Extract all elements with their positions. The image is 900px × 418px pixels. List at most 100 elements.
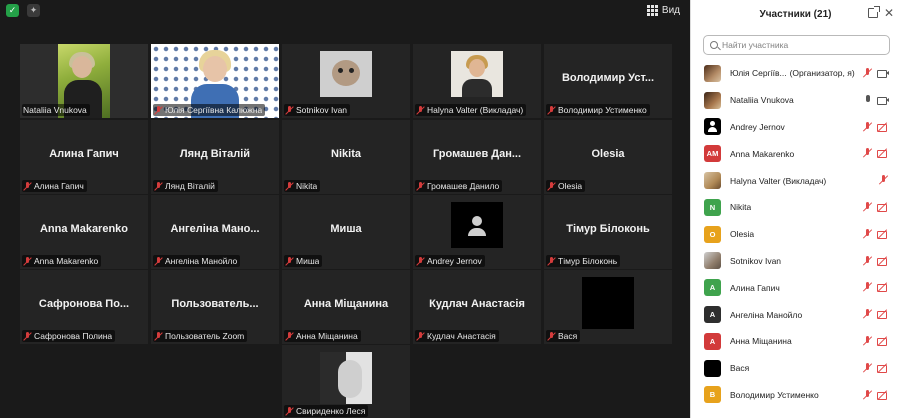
camera-off-icon[interactable] [877, 390, 889, 400]
video-tile-nikita[interactable]: Nikita Nikita [282, 120, 410, 194]
microphone-muted-icon[interactable] [863, 148, 873, 158]
video-tile-safronova[interactable]: Сафронова По... Сафронова Полина [20, 270, 148, 344]
panel-title: Участники (21) [759, 8, 832, 20]
microphone-muted-icon[interactable] [863, 228, 873, 239]
participant-row[interactable]: O Olesia [691, 221, 900, 248]
meeting-gallery: ✓ ✦ Вид Nataliia Vnukova Юлія Сергіївна … [0, 0, 690, 418]
participant-row[interactable]: Вася [691, 355, 900, 382]
video-tile-vasya[interactable]: Вася [544, 270, 672, 344]
participant-name: Andrey Jernov [730, 122, 785, 132]
tile-label: Andrey Jernov [427, 256, 482, 266]
video-tile-olesia[interactable]: Olesia Olesia [544, 120, 672, 194]
participant-avatar [704, 64, 721, 82]
video-tile-yulia[interactable]: Юлія Сергіївна Калюжна [151, 44, 279, 118]
tile-label: Володимир Устименко [558, 105, 647, 115]
camera-off-icon[interactable] [877, 336, 889, 346]
video-tile-timur[interactable]: Тімур Білоконь Тімур Білоконь [544, 195, 672, 269]
video-tile-sotnikov[interactable]: Sotnikov Ivan [282, 44, 410, 118]
video-tile-svyrydenko[interactable]: Свириденко Леся [282, 345, 410, 418]
search-input[interactable] [722, 40, 882, 50]
tile-label: Свириденко Леся [296, 406, 366, 416]
participant-name-text: Ангеліна Манойло [730, 309, 803, 320]
video-tile-anna-mishchanyna[interactable]: Анна Міщанина Анна Міщанина [282, 270, 410, 344]
participant-row[interactable]: Юлія Сергіїв... (Организатор, я) [691, 60, 900, 87]
search-icon [710, 41, 718, 49]
video-tile-alina[interactable]: Алина Гапич Алина Гапич [20, 120, 148, 194]
video-tile-gromashev[interactable]: Громашев Дан... Громашев Данило [413, 120, 541, 194]
microphone-muted-icon[interactable] [863, 335, 873, 346]
microphone-muted-icon[interactable] [863, 282, 873, 292]
profile-picture [320, 51, 372, 97]
camera-off-icon[interactable] [877, 363, 889, 373]
participant-row[interactable]: N Nikita [691, 194, 900, 221]
participant-initials-avatar [704, 359, 721, 377]
participant-status-icons [879, 175, 889, 185]
participant-search[interactable] [703, 35, 890, 55]
mic-muted-icon [416, 181, 425, 191]
video-tile-liand[interactable]: Лянд Віталій Лянд Віталій [151, 120, 279, 194]
video-tile-volodymyr[interactable]: Володимир Уст... Володимир Устименко [544, 44, 672, 118]
tile-namebar: Юлія Сергіївна Калюжна [153, 104, 266, 116]
microphone-muted-icon[interactable] [863, 362, 873, 373]
camera-icon[interactable] [877, 95, 889, 105]
tile-display-name: Ангеліна Мано... [170, 223, 260, 235]
sparkle-icon[interactable]: ✦ [27, 4, 40, 17]
participant-name-text: Вася [730, 363, 750, 374]
camera-off-icon[interactable] [877, 256, 889, 266]
camera-off-icon[interactable] [877, 229, 889, 239]
camera-icon[interactable] [877, 68, 889, 78]
popout-icon[interactable] [868, 6, 880, 18]
camera-off-icon[interactable] [877, 122, 889, 132]
camera-off-icon[interactable] [877, 202, 889, 212]
tile-display-name: Миша [330, 223, 362, 235]
view-button[interactable]: Вид [646, 5, 680, 16]
participant-status-icons [863, 68, 889, 78]
video-tile-natalia[interactable]: Nataliia Vnukova [20, 44, 148, 118]
microphone-icon[interactable] [863, 94, 873, 105]
video-tile-polzovatel[interactable]: Пользователь... Пользователь Zoom [151, 270, 279, 344]
camera-off-icon[interactable] [877, 309, 889, 320]
microphone-muted-icon[interactable] [863, 255, 873, 266]
participant-row[interactable]: Nataliia Vnukova [691, 87, 900, 114]
microphone-muted-icon[interactable] [863, 68, 873, 78]
video-tile-anhelina[interactable]: Ангеліна Мано... Ангеліна Манойло [151, 195, 279, 269]
microphone-muted-icon[interactable] [879, 175, 889, 185]
participant-name-text: Andrey Jernov [730, 121, 785, 132]
camera-off-icon[interactable] [877, 282, 889, 293]
microphone-muted-icon[interactable] [863, 121, 873, 132]
participant-row[interactable]: А Алина Гапич [691, 274, 900, 301]
participant-row[interactable]: В Володимир Устименко [691, 382, 900, 409]
participant-avatar [704, 91, 721, 109]
video-tile-andrey[interactable]: Andrey Jernov [413, 195, 541, 269]
video-tile-anna-makarenko[interactable]: Anna Makarenko Anna Makarenko [20, 195, 148, 269]
microphone-muted-icon[interactable] [863, 201, 873, 212]
mic-muted-icon [285, 406, 294, 416]
participant-name-text: Анна Міщанина [730, 336, 792, 347]
participant-row[interactable]: Halyna Valter (Викладач) [691, 167, 900, 194]
video-tile-halyna[interactable]: Halyna Valter (Викладач) [413, 44, 541, 118]
tile-namebar: Алина Гапич [22, 180, 87, 192]
participant-name: Володимир Устименко [730, 390, 819, 400]
participant-row[interactable]: Sotnikov Ivan [691, 248, 900, 275]
microphone-muted-icon[interactable] [863, 309, 873, 319]
participant-row[interactable]: AM Anna Makarenko [691, 140, 900, 167]
tile-namebar: Миша [284, 255, 323, 267]
shield-icon[interactable]: ✓ [6, 4, 19, 17]
video-tile-kudlach[interactable]: Кудлач Анастасія Кудлач Анастасія [413, 270, 541, 344]
tile-label: Громашев Данило [427, 181, 500, 191]
tile-namebar: Кудлач Анастасія [415, 330, 499, 342]
video-tile-misha[interactable]: Миша Миша [282, 195, 410, 269]
tile-label: Anna Makarenko [34, 256, 99, 266]
tile-display-name: Тімур Білоконь [566, 223, 650, 235]
participant-row[interactable]: А Ангеліна Манойло [691, 301, 900, 328]
camera-off-icon[interactable] [877, 148, 889, 159]
participant-row[interactable]: А Анна Міщанина [691, 328, 900, 355]
close-icon[interactable]: ✕ [884, 6, 894, 20]
mic-muted-icon [547, 105, 556, 115]
mic-muted-icon [23, 256, 32, 266]
microphone-muted-icon[interactable] [863, 389, 873, 400]
mic-muted-icon [23, 181, 32, 191]
tile-label: Nikita [296, 181, 318, 191]
participant-row[interactable]: Andrey Jernov [691, 114, 900, 141]
participant-name: Юлія Сергіїв... (Организатор, я) [730, 68, 855, 78]
